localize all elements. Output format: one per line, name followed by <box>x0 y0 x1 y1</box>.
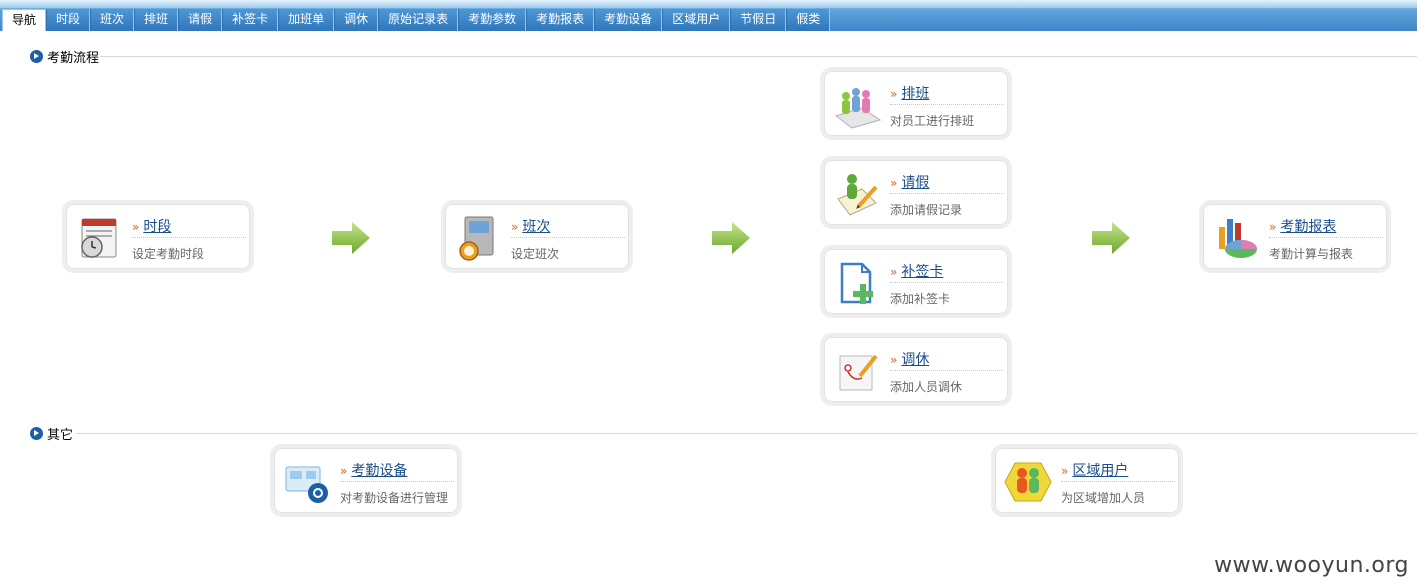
tab-paiban[interactable]: 排班 <box>134 9 179 31</box>
section-process-title: 考勤流程 <box>47 50 100 66</box>
card-tiaoxiu-link[interactable]: 调休 <box>901 352 929 368</box>
card-quyu-link-row: » 区域用户 <box>1061 460 1175 482</box>
card-paiban: » 排班 对员工进行排班 <box>820 67 1012 140</box>
card-qingjia-desc: 添加请假记录 <box>890 203 963 217</box>
card-shiduan-link-row: » 时段 <box>132 216 246 238</box>
flow-arrow-icon <box>1092 222 1130 254</box>
card-buqianka-link[interactable]: 补签卡 <box>901 264 943 280</box>
tab-qingjia[interactable]: 请假 <box>178 9 223 31</box>
tab-kaoqin-canshu[interactable]: 考勤参数 <box>458 9 527 31</box>
card-tiaoxiu-desc: 添加人员调休 <box>890 380 963 394</box>
card-baobiao-desc: 考勤计算与报表 <box>1269 247 1354 261</box>
document-add-icon <box>832 258 882 308</box>
card-shiduan-link[interactable]: 时段 <box>143 219 171 235</box>
card-baobiao: » 考勤报表 考勤计算与报表 <box>1199 200 1391 273</box>
region-users-icon <box>1003 457 1053 507</box>
book-alarm-icon <box>453 213 503 263</box>
tab-kaoqin-shebei[interactable]: 考勤设备 <box>594 9 663 31</box>
card-buqianka-desc: 添加补签卡 <box>890 292 951 306</box>
card-quyu-desc: 为区域增加人员 <box>1061 491 1146 505</box>
card-banci-desc: 设定班次 <box>511 247 560 261</box>
raquo-icon: » <box>890 87 898 101</box>
raquo-icon: » <box>1269 220 1277 234</box>
top-tab-bar: 导航 时段 班次 排班 请假 补签卡 加班单 调休 原始记录表 考勤参数 考勤报… <box>0 0 1417 31</box>
device-settings-icon <box>282 457 332 507</box>
raquo-icon: » <box>132 220 140 234</box>
card-quyu-link[interactable]: 区域用户 <box>1072 463 1128 479</box>
section-divider <box>76 433 1417 434</box>
section-divider <box>100 56 1417 57</box>
card-quyu: » 区域用户 为区域增加人员 <box>991 444 1183 517</box>
raquo-icon: » <box>890 353 898 367</box>
tab-tiaoxiu[interactable]: 调休 <box>334 9 379 31</box>
tab-kaoqin-baobiao[interactable]: 考勤报表 <box>526 9 595 31</box>
card-banci-link-row: » 班次 <box>511 216 625 238</box>
tab-jiejiari[interactable]: 节假日 <box>730 9 787 31</box>
tab-quyu-yonghu[interactable]: 区域用户 <box>662 9 731 31</box>
raquo-icon: » <box>890 265 898 279</box>
section-other-title: 其它 <box>47 427 74 443</box>
header-decoration <box>0 0 1417 8</box>
chart-report-icon <box>1211 213 1261 263</box>
card-baobiao-link-row: » 考勤报表 <box>1269 216 1383 238</box>
tab-nav[interactable]: 导航 <box>2 9 47 31</box>
card-baobiao-link[interactable]: 考勤报表 <box>1280 219 1336 235</box>
section-process-header: 考勤流程 <box>30 48 100 66</box>
card-shebei-desc: 对考勤设备进行管理 <box>340 491 449 505</box>
raquo-icon: » <box>1061 464 1069 478</box>
card-tiaoxiu: » 调休 添加人员调休 <box>820 333 1012 406</box>
person-pencil-icon <box>832 169 882 219</box>
calendar-clock-icon <box>74 213 124 263</box>
tab-jialei[interactable]: 假类 <box>786 9 831 31</box>
card-shiduan: » 时段 设定考勤时段 <box>62 200 254 273</box>
card-qingjia: » 请假 添加请假记录 <box>820 156 1012 229</box>
card-paiban-desc: 对员工进行排班 <box>890 114 975 128</box>
tab-jiabandan[interactable]: 加班单 <box>278 9 335 31</box>
card-shebei: » 考勤设备 对考勤设备进行管理 <box>270 444 462 517</box>
edit-pencil-icon <box>832 346 882 396</box>
raquo-icon: » <box>890 176 898 190</box>
card-banci: » 班次 设定班次 <box>441 200 633 273</box>
section-bullet-icon <box>30 49 43 63</box>
card-qingjia-link[interactable]: 请假 <box>901 175 929 191</box>
card-qingjia-link-row: » 请假 <box>890 172 1004 194</box>
watermark-text: www.wooyun.org <box>1214 553 1409 578</box>
card-buqianka: » 补签卡 添加补签卡 <box>820 245 1012 318</box>
card-shebei-link[interactable]: 考勤设备 <box>351 463 407 479</box>
tab-buqianka[interactable]: 补签卡 <box>222 9 279 31</box>
tab-shiduan[interactable]: 时段 <box>46 9 91 31</box>
card-paiban-link-row: » 排班 <box>890 83 1004 105</box>
people-schedule-icon <box>832 80 882 130</box>
section-bullet-icon <box>30 426 43 440</box>
raquo-icon: » <box>511 220 519 234</box>
card-shebei-link-row: » 考勤设备 <box>340 460 454 482</box>
tab-yuanshi-jilu[interactable]: 原始记录表 <box>378 9 459 31</box>
card-banci-link[interactable]: 班次 <box>522 219 550 235</box>
card-tiaoxiu-link-row: » 调休 <box>890 349 1004 371</box>
flow-arrow-icon <box>332 222 370 254</box>
flow-arrow-icon <box>712 222 750 254</box>
section-other-header: 其它 <box>30 425 74 443</box>
card-buqianka-link-row: » 补签卡 <box>890 261 1004 283</box>
card-shiduan-desc: 设定考勤时段 <box>132 247 205 261</box>
tab-list: 导航 时段 班次 排班 请假 补签卡 加班单 调休 原始记录表 考勤参数 考勤报… <box>2 9 831 31</box>
tab-banci[interactable]: 班次 <box>90 9 135 31</box>
raquo-icon: » <box>340 464 348 478</box>
card-paiban-link[interactable]: 排班 <box>901 86 929 102</box>
